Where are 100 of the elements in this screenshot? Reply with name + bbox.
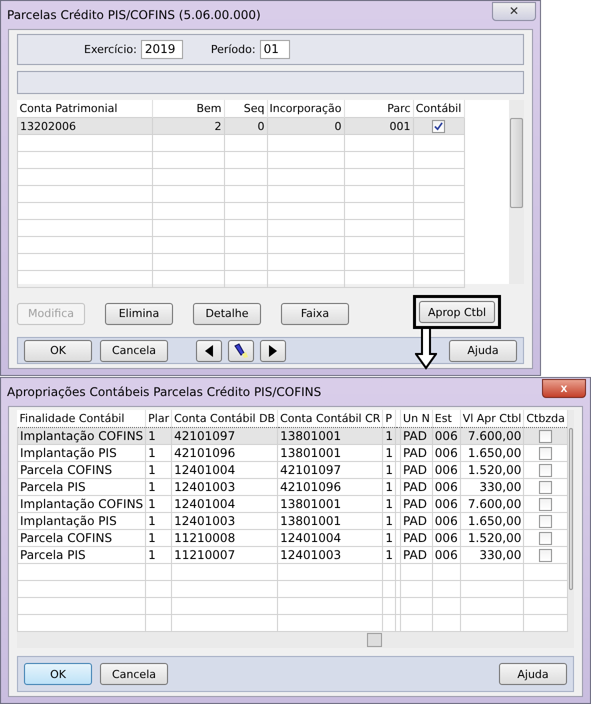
table-cell: 1.650,00 (460, 512, 524, 530)
table-cell: 1 (146, 546, 172, 564)
table-cell: 1 (382, 462, 396, 478)
table-cell: PAD (400, 444, 432, 462)
table-cell: 7.600,00 (460, 496, 524, 512)
table-cell: 7.600,00 (460, 428, 524, 444)
ok-button[interactable]: OK (24, 663, 92, 685)
checkbox[interactable] (539, 430, 552, 443)
help-button[interactable]: Ajuda (499, 663, 567, 685)
action-button[interactable]: Detalhe (193, 302, 261, 325)
table-cell: Implantação PIS (18, 444, 146, 462)
table-cell: 1 (382, 546, 396, 564)
table-cell: Implantação PIS (18, 512, 146, 530)
table-cell: 1 (146, 428, 172, 444)
table-cell: 42101096 (278, 478, 383, 496)
table-cell: 12401003 (278, 546, 383, 564)
table-cell: PAD (400, 546, 432, 564)
table-cell: PAD (400, 530, 432, 546)
table-cell: 42101096 (172, 444, 278, 462)
next-button[interactable] (260, 340, 286, 362)
table-cell: 330,00 (460, 478, 524, 496)
table-cell: Implantação COFINS (18, 496, 146, 512)
checkbox[interactable] (539, 446, 552, 460)
table-cell: 0 (224, 118, 267, 135)
table-cell: 006 (432, 444, 460, 462)
cancel-button[interactable]: Cancela (100, 663, 168, 685)
table-cell: Parcela PIS (18, 546, 146, 564)
window-title: Parcelas Crédito PIS/COFINS (5.06.00.000) (7, 8, 261, 22)
window-title: Apropriações Contábeis Parcelas Crédito PIS/COFINS (7, 385, 322, 399)
table-cell: 13801001 (278, 428, 383, 444)
table-cell: 1 (146, 496, 172, 512)
table-cell: 12401003 (172, 478, 278, 496)
checkbox[interactable] (539, 514, 552, 528)
checkbox[interactable] (539, 480, 552, 494)
table-cell: 1.520,00 (460, 462, 524, 478)
table-cell: 1 (146, 478, 172, 496)
table-cell: PAD (400, 428, 432, 444)
table-cell: 13801001 (278, 444, 383, 462)
table-cell: 12401004 (278, 530, 383, 546)
table-cell: 12401004 (172, 496, 278, 512)
search-button[interactable] (228, 340, 254, 362)
table-cell: 42101097 (278, 462, 383, 478)
table-cell: Parcela COFINS (18, 530, 146, 546)
table-cell: 1 (382, 478, 396, 496)
table-cell: 006 (432, 478, 460, 496)
table-cell: 330,00 (460, 546, 524, 564)
checkbox[interactable] (539, 548, 552, 562)
checkbox[interactable] (432, 120, 446, 133)
close-button[interactable]: ✕ (492, 2, 536, 20)
table-cell: Implantação COFINS (18, 428, 146, 444)
table-cell: 11210008 (172, 530, 278, 546)
table-cell: 1 (146, 444, 172, 462)
table-cell: 1 (146, 530, 172, 546)
table-cell: Parcela PIS (18, 478, 146, 496)
table-cell: 006 (432, 512, 460, 530)
table-cell: PAD (400, 512, 432, 530)
table-cell: 006 (432, 530, 460, 546)
table-cell: 006 (432, 462, 460, 478)
table-cell: PAD (400, 478, 432, 496)
table-cell: 2 (152, 118, 224, 135)
table-cell: 12401004 (172, 462, 278, 478)
table-cell: 006 (432, 496, 460, 512)
table-cell: 42101097 (172, 428, 278, 444)
flashlight-icon (233, 342, 249, 359)
horizontal-scrollbar[interactable] (17, 632, 574, 648)
table-cell: 006 (432, 546, 460, 564)
vertical-scrollbar[interactable] (509, 100, 524, 284)
table-cell: 1 (382, 444, 396, 462)
table-cell: 12401003 (172, 512, 278, 530)
previous-button[interactable] (196, 340, 222, 362)
cancel-button[interactable]: Cancela (100, 340, 168, 362)
table-cell: PAD (400, 462, 432, 478)
input-field[interactable]: 01 (260, 40, 290, 59)
table-cell: PAD (400, 496, 432, 512)
ok-button[interactable]: OK (24, 340, 92, 362)
table-cell: 1.520,00 (460, 530, 524, 546)
action-button[interactable]: Faixa (281, 302, 349, 325)
input-field[interactable]: 2019 (140, 40, 183, 59)
checkbox[interactable] (539, 532, 552, 545)
table-cell: 1 (382, 512, 396, 530)
checkbox[interactable] (539, 498, 552, 511)
table-cell: 1 (382, 496, 396, 512)
table-cell: 1 (382, 530, 396, 546)
table-cell: 1 (146, 462, 172, 478)
table-cell: 1 (146, 512, 172, 530)
table-cell: 11210007 (172, 546, 278, 564)
field-label: Período: (210, 42, 256, 56)
table-cell: 13801001 (278, 496, 383, 512)
field-label: Exercício: (84, 42, 137, 56)
table-cell: 13801001 (278, 512, 383, 530)
help-button[interactable]: Ajuda (449, 340, 517, 362)
table-cell: 1.650,00 (460, 444, 524, 462)
left-triangle-icon (205, 344, 213, 357)
action-button[interactable]: Aprop Ctbl (419, 301, 496, 324)
right-triangle-icon (269, 344, 277, 357)
table-cell: 13202006 (18, 118, 152, 135)
action-button[interactable]: Elimina (105, 302, 173, 325)
table-cell: 006 (432, 428, 460, 444)
checkbox[interactable] (539, 464, 552, 477)
table-cell: 1 (382, 428, 396, 444)
